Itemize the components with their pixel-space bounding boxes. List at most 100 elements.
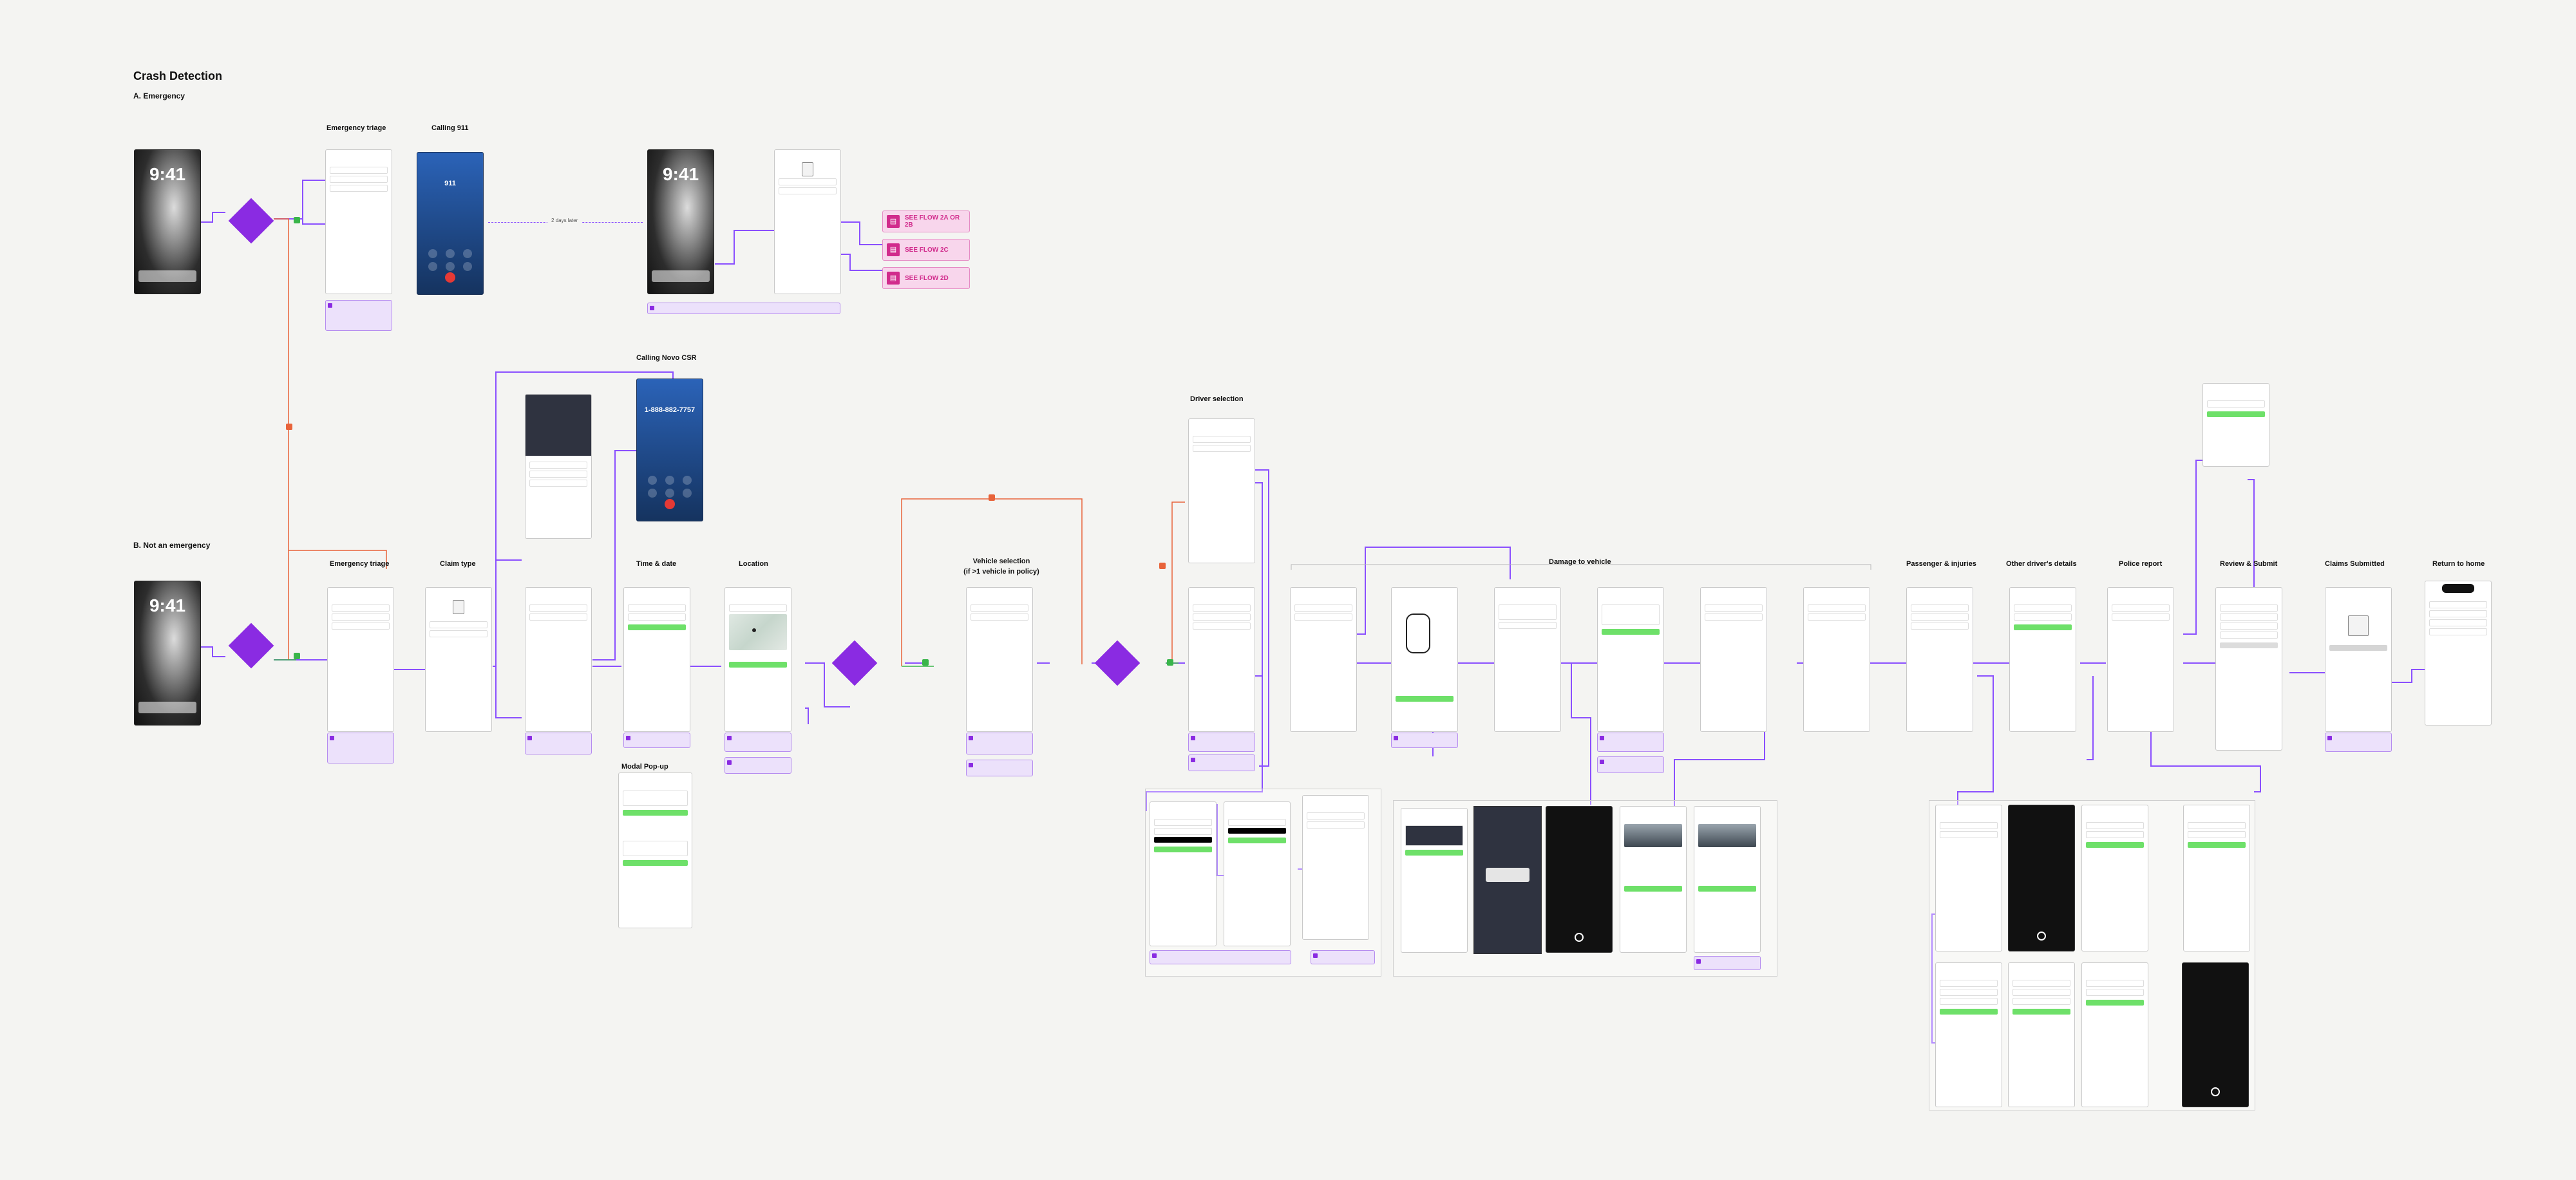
see-flow-2d-button[interactable]: ▤ SEE FLOW 2D bbox=[882, 267, 970, 289]
selected-option[interactable] bbox=[1154, 837, 1212, 843]
review-item[interactable] bbox=[2220, 623, 2278, 630]
map-view[interactable] bbox=[729, 614, 787, 650]
field[interactable] bbox=[2012, 980, 2070, 987]
claim-type-option[interactable] bbox=[430, 621, 488, 628]
review-item[interactable] bbox=[2220, 613, 2278, 621]
home-card[interactable] bbox=[2429, 628, 2487, 635]
triage-option[interactable] bbox=[332, 613, 390, 621]
time-field[interactable] bbox=[628, 613, 686, 621]
next-button[interactable] bbox=[2207, 411, 2265, 417]
confirm-button[interactable] bbox=[623, 860, 688, 866]
vehicle-option[interactable] bbox=[971, 613, 1028, 621]
option[interactable] bbox=[1499, 622, 1557, 629]
confirm-button[interactable] bbox=[623, 810, 688, 816]
option[interactable] bbox=[1154, 819, 1212, 826]
car-outline-icon[interactable] bbox=[1406, 613, 1430, 653]
upload-button[interactable] bbox=[1602, 629, 1660, 635]
vehicle-option[interactable] bbox=[971, 604, 1028, 612]
option[interactable] bbox=[1911, 613, 1969, 621]
date-field[interactable] bbox=[628, 604, 686, 612]
date-picker[interactable] bbox=[623, 791, 688, 806]
see-flow-2a-2b-button[interactable]: ▤ SEE FLOW 2A OR 2B bbox=[882, 211, 970, 232]
option[interactable] bbox=[1193, 623, 1251, 630]
camera-shutter-icon[interactable] bbox=[1575, 933, 1584, 942]
next-button[interactable] bbox=[1405, 850, 1463, 856]
permission-dialog[interactable] bbox=[1486, 868, 1530, 882]
option[interactable] bbox=[1911, 623, 1969, 630]
end-call-button[interactable] bbox=[665, 499, 675, 509]
field[interactable] bbox=[1940, 989, 1998, 996]
option[interactable] bbox=[1940, 831, 1998, 838]
field[interactable] bbox=[2012, 989, 2070, 996]
triage-option[interactable] bbox=[330, 176, 388, 183]
contact-option[interactable] bbox=[529, 471, 587, 478]
option[interactable] bbox=[2112, 613, 2170, 621]
option[interactable] bbox=[1705, 613, 1763, 621]
contact-option[interactable] bbox=[529, 480, 587, 487]
next-button[interactable] bbox=[2086, 1000, 2144, 1006]
next-button[interactable] bbox=[1396, 696, 1454, 702]
photo-slot[interactable] bbox=[1602, 604, 1660, 625]
option[interactable] bbox=[1193, 604, 1251, 612]
option[interactable] bbox=[1307, 821, 1365, 829]
next-button[interactable] bbox=[1940, 1009, 1998, 1015]
triage-option[interactable] bbox=[330, 167, 388, 174]
home-card[interactable] bbox=[2429, 619, 2487, 626]
home-card[interactable] bbox=[2429, 610, 2487, 617]
submit-button[interactable] bbox=[2220, 642, 2278, 648]
driver-option[interactable] bbox=[1193, 436, 1251, 443]
field[interactable] bbox=[1940, 980, 1998, 987]
option[interactable] bbox=[1705, 604, 1763, 612]
crash-notification[interactable] bbox=[138, 270, 196, 282]
option[interactable] bbox=[1193, 613, 1251, 621]
option[interactable] bbox=[2014, 613, 2072, 621]
next-button[interactable] bbox=[628, 624, 686, 630]
field[interactable] bbox=[2012, 998, 2070, 1005]
next-button[interactable] bbox=[2014, 624, 2072, 630]
selected-option[interactable] bbox=[1228, 828, 1286, 834]
next-button[interactable] bbox=[2086, 842, 2144, 848]
option[interactable] bbox=[1154, 828, 1212, 835]
option[interactable] bbox=[529, 604, 587, 612]
option[interactable] bbox=[1940, 822, 1998, 829]
next-button[interactable] bbox=[2188, 842, 2246, 848]
camera-shutter-icon[interactable] bbox=[2037, 932, 2046, 941]
option[interactable] bbox=[1911, 604, 1969, 612]
upload-button[interactable] bbox=[1624, 886, 1682, 892]
next-button[interactable] bbox=[1228, 838, 1286, 843]
contact-option[interactable] bbox=[529, 462, 587, 469]
home-card[interactable] bbox=[2429, 601, 2487, 608]
crash-notification[interactable] bbox=[138, 702, 196, 713]
next-button[interactable] bbox=[1154, 847, 1212, 852]
time-picker[interactable] bbox=[623, 841, 688, 856]
review-item[interactable] bbox=[2220, 632, 2278, 639]
option[interactable] bbox=[2086, 831, 2144, 838]
claim-option[interactable] bbox=[779, 178, 837, 185]
option[interactable] bbox=[1808, 613, 1866, 621]
next-button[interactable] bbox=[2012, 1009, 2070, 1015]
triage-option[interactable] bbox=[332, 623, 390, 630]
triage-option[interactable] bbox=[332, 604, 390, 612]
option[interactable] bbox=[1294, 613, 1352, 621]
field[interactable] bbox=[2086, 980, 2144, 987]
option[interactable] bbox=[2086, 822, 2144, 829]
see-flow-2c-button[interactable]: ▤ SEE FLOW 2C bbox=[882, 239, 970, 261]
driver-option[interactable] bbox=[1193, 445, 1251, 452]
end-call-button[interactable] bbox=[445, 272, 455, 283]
description-field[interactable] bbox=[1499, 604, 1557, 620]
option[interactable] bbox=[2112, 604, 2170, 612]
photo-menu[interactable] bbox=[1405, 825, 1463, 846]
ok-button[interactable] bbox=[2329, 645, 2387, 651]
option[interactable] bbox=[1808, 604, 1866, 612]
camera-shutter-icon[interactable] bbox=[2211, 1087, 2220, 1096]
report-number-field[interactable] bbox=[2207, 400, 2265, 407]
option[interactable] bbox=[1228, 819, 1286, 826]
field[interactable] bbox=[1940, 998, 1998, 1005]
upload-button[interactable] bbox=[1698, 886, 1756, 892]
option[interactable] bbox=[2188, 831, 2246, 838]
reminder-notification[interactable] bbox=[652, 270, 710, 282]
claim-option[interactable] bbox=[779, 187, 837, 194]
option[interactable] bbox=[1307, 812, 1365, 819]
address-field[interactable] bbox=[729, 604, 787, 612]
review-item[interactable] bbox=[2220, 604, 2278, 612]
